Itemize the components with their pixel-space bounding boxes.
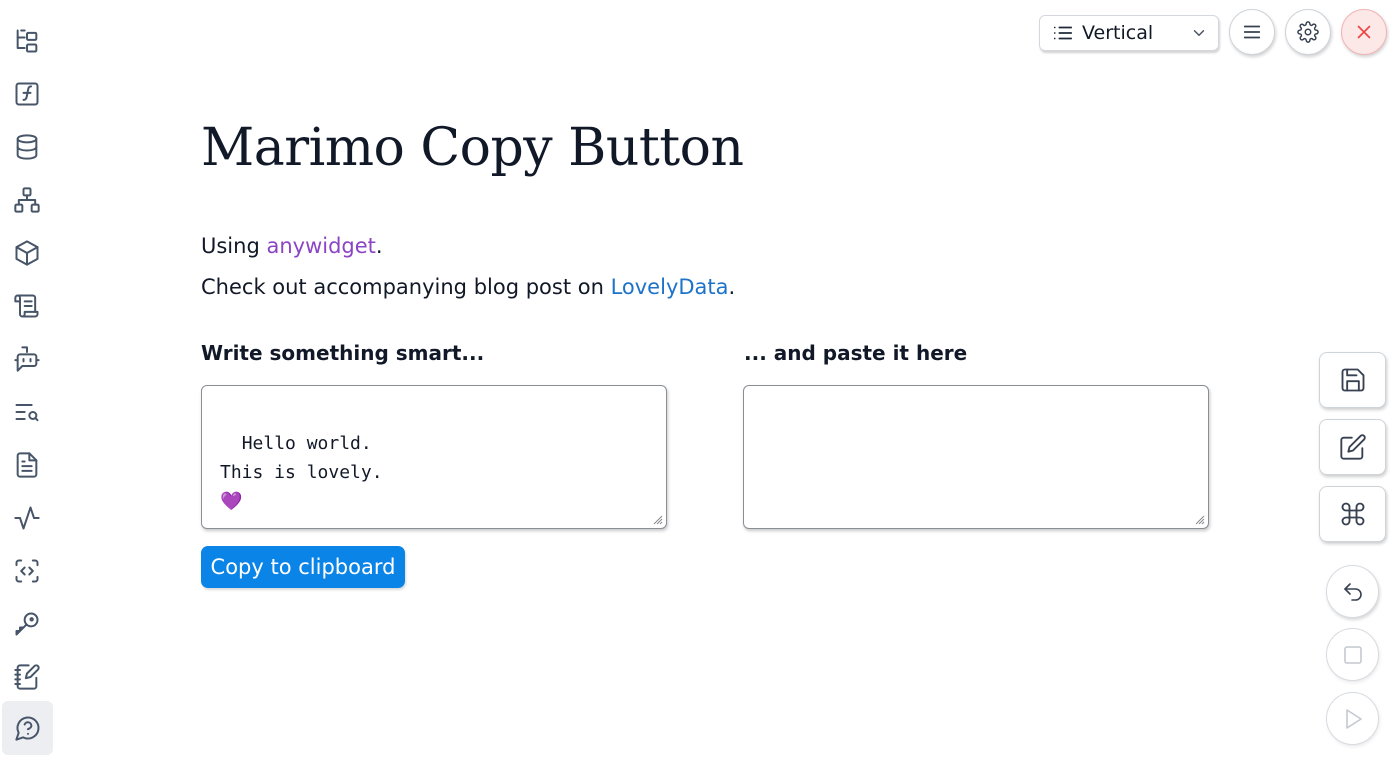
search-list-icon[interactable] xyxy=(0,386,54,438)
undo-icon xyxy=(1343,582,1362,601)
document-icon[interactable] xyxy=(0,439,54,491)
run-button[interactable] xyxy=(1326,692,1379,745)
close-button[interactable] xyxy=(1341,9,1387,55)
settings-button[interactable] xyxy=(1285,9,1331,55)
layout-select-value: Vertical xyxy=(1082,22,1154,44)
gear-icon xyxy=(1297,21,1319,43)
anywidget-link[interactable]: anywidget xyxy=(266,234,375,258)
function-icon[interactable] xyxy=(0,68,54,120)
layout-select[interactable]: Vertical xyxy=(1039,15,1219,51)
code-snippet-icon[interactable] xyxy=(0,545,54,597)
file-tree-icon[interactable] xyxy=(0,15,54,67)
chevron-down-icon xyxy=(1193,30,1205,36)
blog-suffix: . xyxy=(728,275,736,299)
dependency-graph-icon[interactable] xyxy=(0,174,54,226)
resize-grip-icon[interactable] xyxy=(651,513,663,525)
sidebar xyxy=(0,0,54,769)
stop-button[interactable] xyxy=(1326,628,1379,681)
menu-button[interactable] xyxy=(1229,9,1275,55)
source-textarea-label: Write something smart... xyxy=(201,341,485,365)
hamburger-menu-icon xyxy=(1243,25,1261,39)
copy-to-clipboard-button[interactable]: Copy to clipboard xyxy=(201,546,405,588)
paste-textarea[interactable] xyxy=(743,385,1209,529)
database-icon[interactable] xyxy=(0,121,54,173)
source-textarea-value: Hello world. This is lovely. 💜 xyxy=(220,433,383,512)
bot-icon[interactable] xyxy=(0,333,54,385)
edit-icon xyxy=(1339,434,1366,460)
blog-prefix: Check out accompanying blog post on xyxy=(201,275,611,299)
activity-icon[interactable] xyxy=(0,492,54,544)
scroll-icon[interactable] xyxy=(0,280,54,332)
save-icon xyxy=(1341,368,1364,392)
using-suffix: . xyxy=(375,234,383,258)
edit-button[interactable] xyxy=(1319,419,1386,475)
list-icon xyxy=(1053,26,1073,40)
stop-icon xyxy=(1343,645,1362,664)
lovelydata-link[interactable]: LovelyData xyxy=(611,275,729,299)
package-icon[interactable] xyxy=(0,227,54,279)
key-icon[interactable] xyxy=(0,598,54,650)
save-button[interactable] xyxy=(1319,352,1386,408)
help-icon[interactable] xyxy=(2,701,53,755)
close-icon xyxy=(1357,25,1371,39)
paste-textarea-label: ... and paste it here xyxy=(744,341,968,365)
command-palette-button[interactable] xyxy=(1319,486,1386,542)
page-title: Marimo Copy Button xyxy=(201,118,744,178)
play-icon xyxy=(1345,708,1362,729)
notebook-pen-icon[interactable] xyxy=(0,651,54,703)
undo-button[interactable] xyxy=(1326,565,1379,618)
blog-paragraph: Check out accompanying blog post on Love… xyxy=(201,275,735,299)
command-icon xyxy=(1341,502,1364,526)
using-paragraph: Using anywidget. xyxy=(201,234,383,258)
resize-grip-icon[interactable] xyxy=(1193,513,1205,525)
source-textarea[interactable]: Hello world. This is lovely. 💜 xyxy=(201,385,667,529)
using-prefix: Using xyxy=(201,234,267,258)
